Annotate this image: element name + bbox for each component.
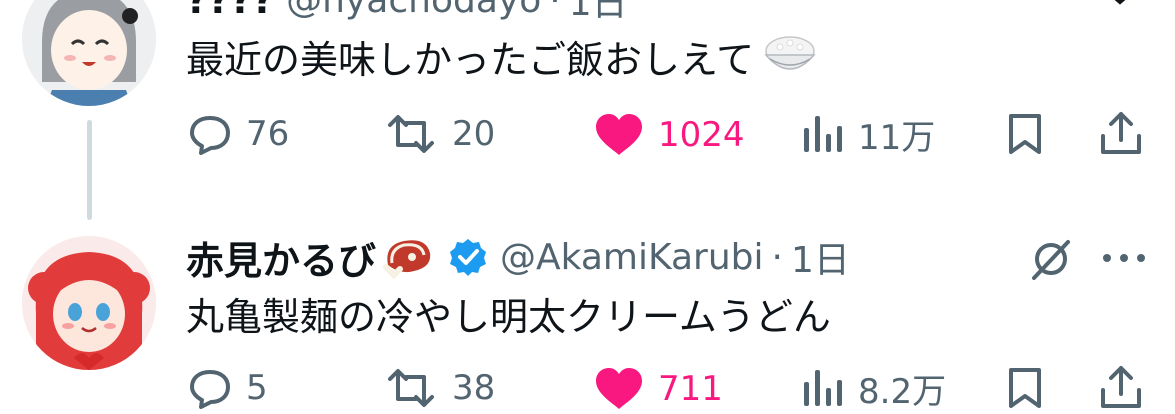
separator-dot: ·	[771, 236, 783, 278]
share-icon	[1101, 366, 1141, 408]
close-button[interactable]	[1098, 0, 1142, 22]
retweet-button[interactable]: 38	[384, 366, 495, 410]
retweet-button[interactable]: 20	[384, 112, 495, 156]
grok-icon	[1032, 240, 1070, 280]
avatar-illustration	[22, 236, 156, 370]
like-button[interactable]: 711	[594, 366, 723, 412]
timestamp[interactable]: 1日	[791, 231, 850, 283]
heart-filled-icon	[596, 368, 642, 409]
retweet-icon	[388, 369, 434, 407]
views-chart-icon	[804, 116, 842, 152]
meat-icon	[382, 235, 434, 279]
tweet-body: 最近の美味しかったご飯おしえて	[186, 37, 755, 82]
view-count: 8.2万	[858, 371, 947, 412]
share-button[interactable]	[1098, 364, 1144, 414]
retweet-count: 38	[452, 368, 496, 408]
like-count: 1024	[658, 115, 745, 155]
like-count: 711	[658, 369, 723, 409]
reply-icon	[190, 370, 230, 409]
bookmark-icon	[1009, 114, 1041, 154]
reply-button[interactable]: 5	[188, 366, 268, 410]
views-chart-icon	[804, 370, 842, 406]
grok-button[interactable]	[1028, 236, 1074, 286]
tweet-text: 最近の美味しかったご飯おしえて	[186, 31, 820, 82]
tweet2-header: 赤見かるび @AkamiKarubi · 1日	[186, 230, 850, 285]
thread-connector-line	[87, 120, 92, 220]
rice-bowl-icon	[760, 31, 820, 81]
display-name[interactable]: ????	[186, 0, 274, 22]
avatar-nyachodayo[interactable]	[22, 0, 156, 106]
more-dots-icon	[1103, 254, 1145, 262]
bookmark-icon	[1009, 368, 1041, 408]
share-icon	[1101, 112, 1141, 154]
x-close-icon	[1114, 0, 1126, 5]
tweet-body: 丸亀製麺の冷やし明太クリームうどん	[186, 295, 831, 339]
timestamp[interactable]: 1日	[569, 0, 628, 26]
views-button[interactable]: 8.2万	[802, 366, 947, 412]
separator-dot: ·	[549, 0, 561, 21]
user-handle[interactable]: @nyachodayo	[286, 0, 541, 21]
verified-badge-icon[interactable]	[448, 237, 488, 277]
reply-button[interactable]: 76	[188, 112, 289, 156]
reply-count: 76	[246, 114, 290, 154]
user-handle[interactable]: @AkamiKarubi	[500, 237, 763, 278]
retweet-icon	[388, 115, 434, 153]
reply-count: 5	[246, 368, 268, 408]
avatar-illustration	[22, 0, 156, 106]
retweet-count: 20	[452, 114, 496, 154]
avatar-akamikarubi[interactable]	[22, 236, 156, 370]
like-button[interactable]: 1024	[594, 112, 745, 158]
share-button[interactable]	[1098, 110, 1144, 160]
bookmark-button[interactable]	[1006, 112, 1044, 160]
reply-icon	[190, 116, 230, 155]
tweet-text: 丸亀製麺の冷やし明太クリームうどん	[186, 292, 831, 342]
bookmark-button[interactable]	[1006, 366, 1044, 414]
tweet1-header: ???? @nyachodayo · 1日	[186, 0, 628, 24]
display-name[interactable]: 赤見かるび	[186, 230, 376, 285]
view-count: 11万	[858, 117, 936, 158]
views-button[interactable]: 11万	[802, 112, 936, 158]
heart-filled-icon	[596, 114, 642, 155]
more-options-button[interactable]	[1100, 250, 1148, 269]
